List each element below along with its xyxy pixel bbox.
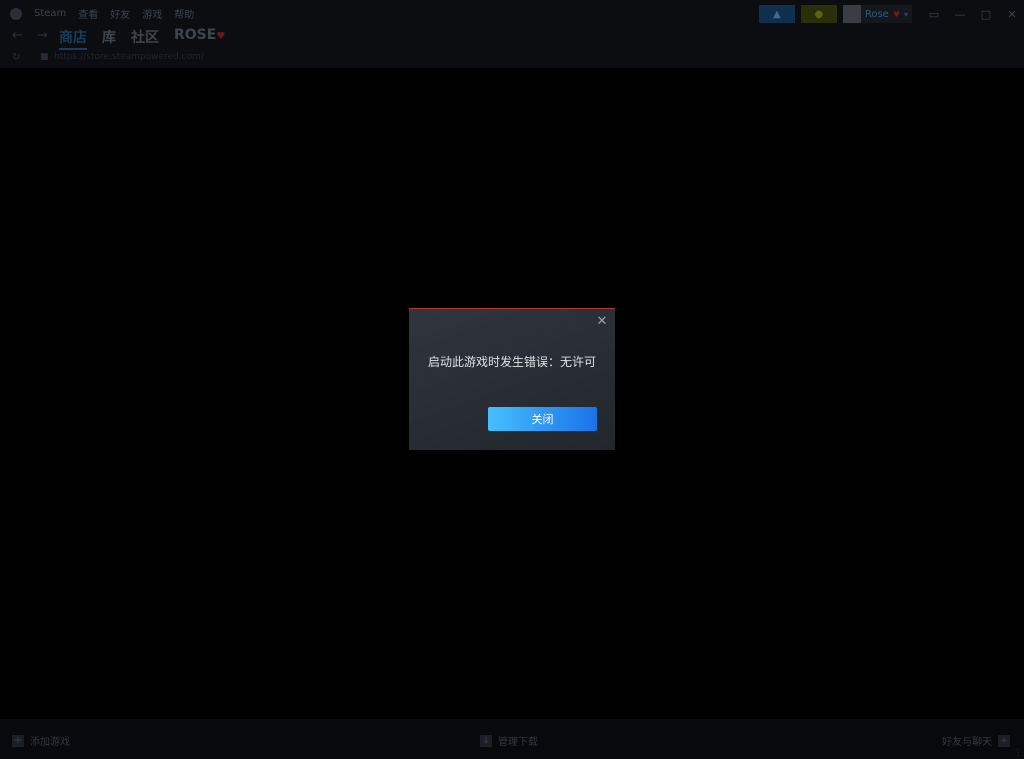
nav-bar: ← → 商店 库 社区 ROSE♥: [0, 26, 1024, 50]
error-message: 启动此游戏时发生错误：无许可: [427, 355, 596, 369]
forward-arrow-icon[interactable]: →: [37, 28, 48, 43]
downloads-button[interactable]: ↓ 管理下载: [480, 733, 538, 748]
close-icon[interactable]: ✕: [595, 315, 609, 329]
window-close-icon[interactable]: ✕: [1006, 8, 1018, 21]
user-menu[interactable]: Rose ♥ ▾: [842, 5, 912, 23]
tab-store[interactable]: 商店: [59, 27, 87, 50]
heart-icon: ♥: [216, 31, 226, 42]
tab-profile[interactable]: ROSE♥: [174, 27, 225, 50]
reload-icon[interactable]: ↻: [12, 52, 20, 63]
downloads-label: 管理下载: [498, 737, 538, 748]
tab-community[interactable]: 社区: [131, 27, 159, 50]
chevron-down-icon: ▾: [903, 9, 908, 19]
maximize-icon[interactable]: □: [980, 8, 992, 21]
bell-icon: ●: [814, 8, 824, 20]
url-bar: ↻ ■ https://store.steampowered.com/: [0, 50, 1024, 66]
friends-label: 好友与聊天: [942, 737, 992, 748]
plus-icon: +: [12, 734, 24, 747]
tab-library[interactable]: 库: [102, 27, 116, 50]
tab-profile-label: ROSE: [174, 27, 217, 43]
minimize-icon[interactable]: —: [954, 8, 966, 21]
announcements-button[interactable]: ▲: [758, 5, 795, 23]
download-icon: ↓: [480, 734, 492, 747]
menu-bar: Steam 查看 好友 游戏 帮助 ▲ ● Rose ♥ ▾ ▭ — □ ✕: [0, 0, 1024, 26]
menu-item-friends[interactable]: 好友: [110, 6, 130, 21]
steam-logo-icon[interactable]: [10, 7, 22, 20]
big-picture-icon[interactable]: ▭: [928, 8, 940, 21]
add-game-label: 添加游戏: [30, 737, 70, 748]
megaphone-icon: ▲: [772, 8, 781, 20]
user-name: Rose: [864, 8, 889, 20]
bottom-bar: + 添加游戏 ↓ 管理下载 好友与聊天 + ⋮: [0, 719, 1024, 759]
window-controls: ▭ — □ ✕: [928, 8, 1018, 21]
menu-item-steam[interactable]: Steam: [34, 8, 66, 19]
menu-item-help[interactable]: 帮助: [174, 6, 194, 21]
menu-left: Steam 查看 好友 游戏 帮助: [10, 6, 194, 21]
error-dialog: ✕ 启动此游戏时发生错误：无许可 关闭: [409, 308, 615, 450]
top-chrome: Steam 查看 好友 游戏 帮助 ▲ ● Rose ♥ ▾ ▭ — □ ✕ ←…: [0, 0, 1024, 68]
resize-grip-icon[interactable]: ⋮: [1014, 748, 1022, 757]
nav-tabs: 商店 库 社区 ROSE♥: [59, 27, 225, 50]
menu-item-view[interactable]: 查看: [78, 6, 98, 21]
nav-arrows: ← →: [12, 28, 48, 43]
back-arrow-icon[interactable]: ←: [12, 28, 23, 43]
menu-right: ▲ ● Rose ♥ ▾ ▭ — □ ✕: [758, 5, 1018, 23]
add-game-button[interactable]: + 添加游戏: [12, 733, 70, 748]
close-button[interactable]: 关闭: [488, 407, 597, 431]
heart-icon: ♥: [892, 9, 900, 19]
friends-chat-button[interactable]: 好友与聊天 +: [942, 733, 1010, 748]
avatar: [842, 5, 861, 23]
url-text[interactable]: https://store.steampowered.com/: [54, 52, 204, 62]
lock-icon: ■: [40, 52, 49, 62]
menu-item-games[interactable]: 游戏: [142, 6, 162, 21]
notifications-button[interactable]: ●: [800, 5, 837, 23]
chat-icon: +: [998, 734, 1010, 747]
